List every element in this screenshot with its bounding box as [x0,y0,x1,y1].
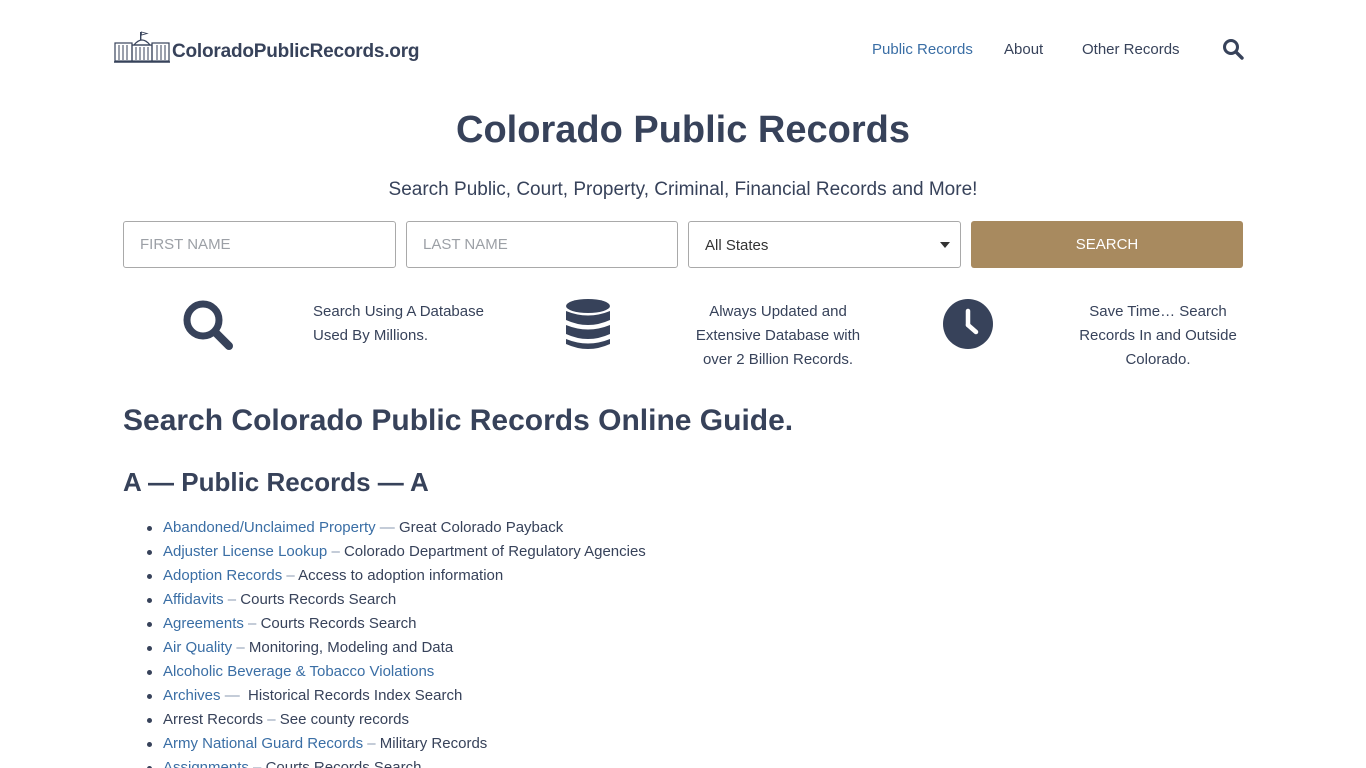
list-item: Assignments – Courts Records Search [145,756,646,768]
search-icon [183,300,233,350]
site-logo-text: ColoradoPublicRecords.org [172,41,420,62]
page-subtitle: Search Public, Court, Property, Criminal… [388,179,978,200]
caret-down-icon [940,242,950,248]
record-link[interactable]: Assignments [163,759,249,768]
site-header: ColoradoPublicRecords.org Public Records… [0,0,1366,100]
state-select-value: All States [705,237,769,254]
record-link[interactable]: Adoption Records [163,567,282,584]
list-item: Army National Guard Records – Military R… [145,732,646,756]
guide-heading: Search Colorado Public Records Online Gu… [123,404,794,437]
list-item: Adoption Records – Access to adoption in… [145,564,646,588]
list-item: Alcoholic Beverage & Tobacco Violations [145,660,646,684]
list-item: Archives — Historical Records Index Sear… [145,684,646,708]
list-item: Affidavits – Courts Records Search [145,588,646,612]
record-link[interactable]: Adjuster License Lookup [163,543,327,560]
search-button[interactable]: SEARCH [971,221,1243,268]
record-text: Arrest Records [163,711,264,728]
search-icon[interactable] [1222,38,1244,60]
last-name-input[interactable] [406,221,678,268]
state-select[interactable]: All States [688,221,961,268]
list-item: Adjuster License Lookup – Colorado Depar… [145,540,646,564]
records-list: Abandoned/Unclaimed Property — Great Col… [145,516,646,768]
page-title: Colorado Public Records [456,109,910,151]
record-link[interactable]: Affidavits [163,591,224,608]
record-link[interactable]: Army National Guard Records [163,735,363,752]
record-link[interactable]: Alcoholic Beverage & Tobacco Violations [163,663,434,680]
capitol-building-icon [114,31,170,63]
database-icon [566,299,610,349]
record-link[interactable]: Agreements [163,615,244,632]
feature-text-database: Search Using A Database Used By Millions… [313,303,484,344]
record-link[interactable]: Abandoned/Unclaimed Property [163,519,376,536]
nav-about[interactable]: About [1004,40,1043,60]
list-item: Agreements – Courts Records Search [145,612,646,636]
record-link[interactable]: Air Quality [163,639,232,656]
first-name-input[interactable] [123,221,396,268]
feature-text-save-time: Save Time… Search Records In and Outside… [1079,303,1237,368]
clock-icon [943,299,993,349]
list-item: Abandoned/Unclaimed Property — Great Col… [145,516,646,540]
feature-text-updated: Always Updated and Extensive Database wi… [695,303,861,368]
list-item: Arrest Records – See county records [145,708,646,732]
record-link[interactable]: Archives [163,687,221,704]
site-logo[interactable]: ColoradoPublicRecords.org [114,31,420,63]
list-item: Air Quality – Monitoring, Modeling and D… [145,636,646,660]
section-heading: A — Public Records — A [123,467,429,497]
nav-public-records[interactable]: Public Records [872,40,973,60]
nav-other-records[interactable]: Other Records [1082,40,1180,60]
